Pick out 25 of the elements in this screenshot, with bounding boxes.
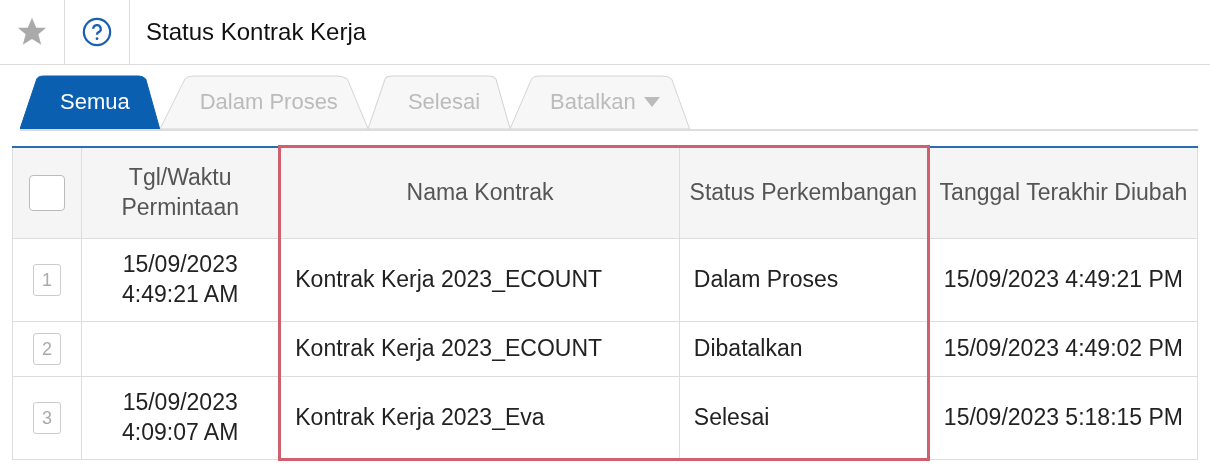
table-cell: Kontrak Kerja 2023_Eva (295, 403, 545, 430)
row-number: 2 (33, 333, 62, 365)
row-number: 3 (33, 402, 62, 434)
column-header: Tanggal Terakhir Diubah (928, 146, 1198, 239)
table-cell: Kontrak Kerja 2023_ECOUNT (295, 335, 603, 362)
checkbox[interactable] (29, 174, 66, 211)
table-cell: Selesai (693, 403, 770, 430)
help-icon[interactable] (82, 17, 112, 47)
table-cell: Kontrak Kerja 2023_ECOUNT (295, 266, 603, 293)
column-header: Nama Kontrak (279, 146, 680, 239)
column-header: Tgl/Waktu Permintaan (81, 146, 280, 239)
row-number: 1 (33, 264, 62, 296)
table-cell: 15/09/2023 4:49:21 PM (943, 266, 1183, 293)
table-cell: Dibatalkan (693, 335, 803, 362)
table-cell: Dalam Proses (693, 266, 839, 293)
table-cell: 15/09/2023 4:09:07 AM (122, 389, 239, 445)
tab[interactable]: Batalkan (510, 75, 690, 129)
tab[interactable]: Semua (20, 75, 160, 129)
table-cell: 15/09/2023 4:49:21 AM (122, 251, 239, 307)
page-title: Status Kontrak Kerja (145, 17, 367, 47)
tab[interactable]: Dalam Proses (159, 75, 368, 129)
tab[interactable]: Selesai (367, 75, 511, 129)
table-cell: 15/09/2023 5:18:15 PM (943, 404, 1183, 431)
table-cell: 15/09/2023 4:49:02 PM (943, 335, 1183, 362)
column-header: Status Perkembangan (679, 146, 929, 239)
